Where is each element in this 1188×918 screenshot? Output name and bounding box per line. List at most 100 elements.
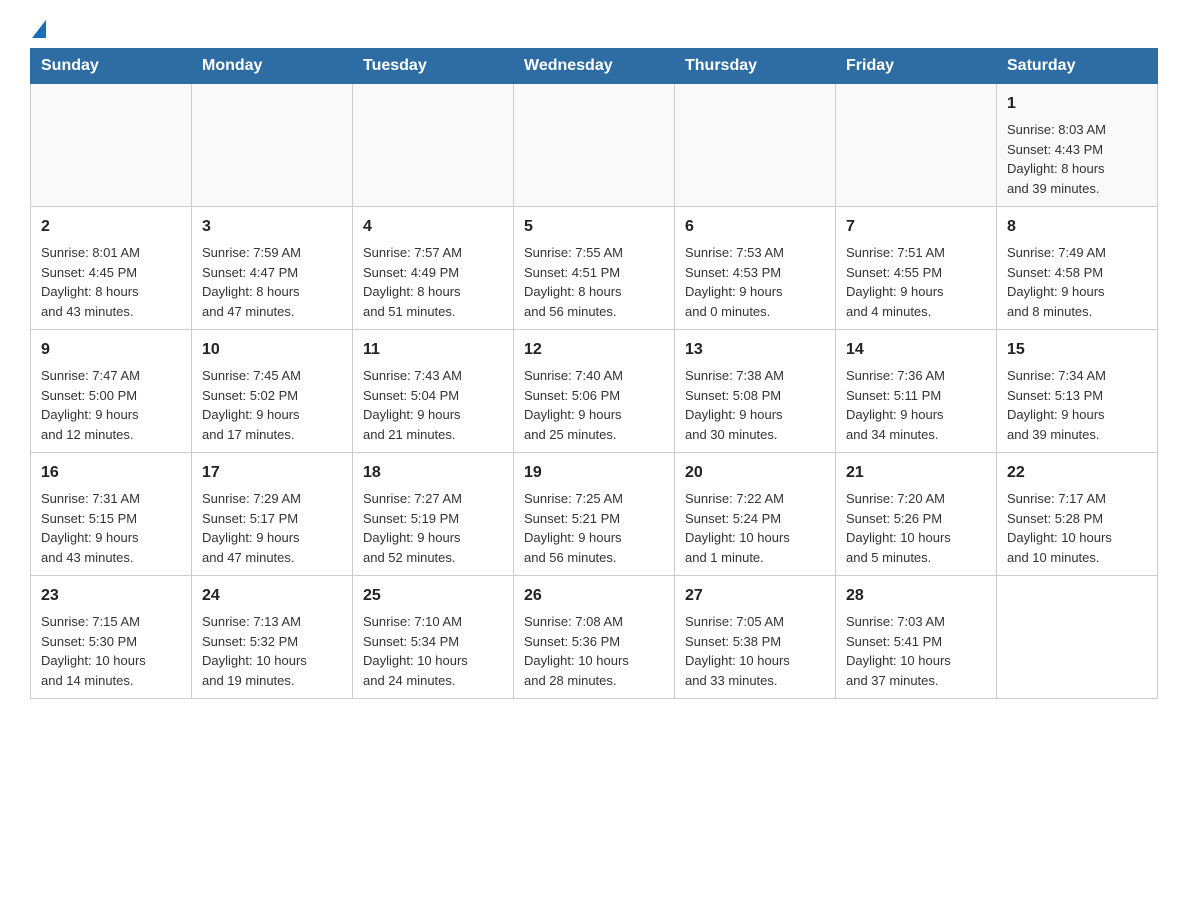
- day-number: 2: [41, 215, 181, 239]
- day-info: Sunrise: 7:29 AM Sunset: 5:17 PM Dayligh…: [202, 489, 342, 567]
- logo-triangle-icon: [32, 20, 46, 38]
- day-number: 7: [846, 215, 986, 239]
- day-info: Sunrise: 7:03 AM Sunset: 5:41 PM Dayligh…: [846, 612, 986, 690]
- day-number: 28: [846, 584, 986, 608]
- weekday-header-friday: Friday: [836, 49, 997, 84]
- day-number: 3: [202, 215, 342, 239]
- calendar-week-3: 9 Sunrise: 7:47 AM Sunset: 5:00 PM Daylig…: [31, 330, 1158, 453]
- calendar-cell: 5 Sunrise: 7:55 AM Sunset: 4:51 PM Daylig…: [514, 207, 675, 330]
- day-info: Sunrise: 7:22 AM Sunset: 5:24 PM Dayligh…: [685, 489, 825, 567]
- calendar-cell: 19 Sunrise: 7:25 AM Sunset: 5:21 PM Dayli…: [514, 453, 675, 576]
- day-number: 20: [685, 461, 825, 485]
- calendar-cell: 4 Sunrise: 7:57 AM Sunset: 4:49 PM Daylig…: [353, 207, 514, 330]
- day-number: 9: [41, 338, 181, 362]
- calendar-cell: 11Sunrise: 7:43 AM Sunset: 5:04 PM Dayli…: [353, 330, 514, 453]
- calendar-cell: 25 Sunrise: 7:10 AM Sunset: 5:34 PM Dayli…: [353, 576, 514, 699]
- day-number: 6: [685, 215, 825, 239]
- calendar-cell: 23 Sunrise: 7:15 AM Sunset: 5:30 PM Dayli…: [31, 576, 192, 699]
- day-number: 27: [685, 584, 825, 608]
- day-info: Sunrise: 8:01 AM Sunset: 4:45 PM Dayligh…: [41, 243, 181, 321]
- day-info: Sunrise: 7:40 AM Sunset: 5:06 PM Dayligh…: [524, 366, 664, 444]
- calendar-cell: 26 Sunrise: 7:08 AM Sunset: 5:36 PM Dayli…: [514, 576, 675, 699]
- calendar-week-1: 1 Sunrise: 8:03 AM Sunset: 4:43 PM Daylig…: [31, 84, 1158, 207]
- day-info: Sunrise: 7:05 AM Sunset: 5:38 PM Dayligh…: [685, 612, 825, 690]
- day-info: Sunrise: 7:49 AM Sunset: 4:58 PM Dayligh…: [1007, 243, 1147, 321]
- day-number: 14: [846, 338, 986, 362]
- day-info: Sunrise: 7:59 AM Sunset: 4:47 PM Dayligh…: [202, 243, 342, 321]
- calendar-cell: 20 Sunrise: 7:22 AM Sunset: 5:24 PM Dayli…: [675, 453, 836, 576]
- calendar-week-4: 16 Sunrise: 7:31 AM Sunset: 5:15 PM Dayli…: [31, 453, 1158, 576]
- calendar-cell: 7 Sunrise: 7:51 AM Sunset: 4:55 PM Daylig…: [836, 207, 997, 330]
- weekday-header-tuesday: Tuesday: [353, 49, 514, 84]
- day-number: 21: [846, 461, 986, 485]
- day-number: 23: [41, 584, 181, 608]
- day-number: 25: [363, 584, 503, 608]
- calendar-cell: 22Sunrise: 7:17 AM Sunset: 5:28 PM Dayli…: [997, 453, 1158, 576]
- day-info: Sunrise: 7:53 AM Sunset: 4:53 PM Dayligh…: [685, 243, 825, 321]
- calendar-cell: [514, 84, 675, 207]
- day-info: Sunrise: 7:34 AM Sunset: 5:13 PM Dayligh…: [1007, 366, 1147, 444]
- weekday-header-thursday: Thursday: [675, 49, 836, 84]
- day-info: Sunrise: 7:55 AM Sunset: 4:51 PM Dayligh…: [524, 243, 664, 321]
- calendar-cell: 12 Sunrise: 7:40 AM Sunset: 5:06 PM Dayli…: [514, 330, 675, 453]
- day-number: 10: [202, 338, 342, 362]
- calendar-cell: 15 Sunrise: 7:34 AM Sunset: 5:13 PM Dayli…: [997, 330, 1158, 453]
- weekday-header-wednesday: Wednesday: [514, 49, 675, 84]
- calendar-cell: 14Sunrise: 7:36 AM Sunset: 5:11 PM Dayli…: [836, 330, 997, 453]
- day-info: Sunrise: 7:25 AM Sunset: 5:21 PM Dayligh…: [524, 489, 664, 567]
- day-number: 13: [685, 338, 825, 362]
- calendar-cell: 6 Sunrise: 7:53 AM Sunset: 4:53 PM Daylig…: [675, 207, 836, 330]
- calendar-cell: 27 Sunrise: 7:05 AM Sunset: 5:38 PM Dayli…: [675, 576, 836, 699]
- day-number: 22: [1007, 461, 1147, 485]
- day-info: Sunrise: 7:27 AM Sunset: 5:19 PM Dayligh…: [363, 489, 503, 567]
- weekday-header-saturday: Saturday: [997, 49, 1158, 84]
- day-number: 19: [524, 461, 664, 485]
- page-header: [30, 20, 1158, 38]
- calendar-week-5: 23 Sunrise: 7:15 AM Sunset: 5:30 PM Dayli…: [31, 576, 1158, 699]
- day-number: 11: [363, 338, 503, 362]
- calendar-cell: 24 Sunrise: 7:13 AM Sunset: 5:32 PM Dayli…: [192, 576, 353, 699]
- day-info: Sunrise: 7:13 AM Sunset: 5:32 PM Dayligh…: [202, 612, 342, 690]
- day-number: 18: [363, 461, 503, 485]
- day-info: Sunrise: 7:20 AM Sunset: 5:26 PM Dayligh…: [846, 489, 986, 567]
- calendar-cell: 17 Sunrise: 7:29 AM Sunset: 5:17 PM Dayli…: [192, 453, 353, 576]
- day-number: 15: [1007, 338, 1147, 362]
- day-info: Sunrise: 7:47 AM Sunset: 5:00 PM Dayligh…: [41, 366, 181, 444]
- day-info: Sunrise: 7:15 AM Sunset: 5:30 PM Dayligh…: [41, 612, 181, 690]
- calendar-cell: 21 Sunrise: 7:20 AM Sunset: 5:26 PM Dayli…: [836, 453, 997, 576]
- calendar-cell: 13 Sunrise: 7:38 AM Sunset: 5:08 PM Dayli…: [675, 330, 836, 453]
- calendar-cell: 10 Sunrise: 7:45 AM Sunset: 5:02 PM Dayli…: [192, 330, 353, 453]
- day-number: 16: [41, 461, 181, 485]
- calendar-table: SundayMondayTuesdayWednesdayThursdayFrid…: [30, 48, 1158, 699]
- day-number: 24: [202, 584, 342, 608]
- day-number: 1: [1007, 92, 1147, 116]
- day-number: 17: [202, 461, 342, 485]
- calendar-cell: 3 Sunrise: 7:59 AM Sunset: 4:47 PM Daylig…: [192, 207, 353, 330]
- calendar-cell: 9 Sunrise: 7:47 AM Sunset: 5:00 PM Daylig…: [31, 330, 192, 453]
- day-info: Sunrise: 7:57 AM Sunset: 4:49 PM Dayligh…: [363, 243, 503, 321]
- day-info: Sunrise: 7:10 AM Sunset: 5:34 PM Dayligh…: [363, 612, 503, 690]
- weekday-header-row: SundayMondayTuesdayWednesdayThursdayFrid…: [31, 49, 1158, 84]
- day-number: 12: [524, 338, 664, 362]
- logo: [30, 20, 46, 38]
- day-info: Sunrise: 8:03 AM Sunset: 4:43 PM Dayligh…: [1007, 120, 1147, 198]
- day-info: Sunrise: 7:51 AM Sunset: 4:55 PM Dayligh…: [846, 243, 986, 321]
- calendar-cell: 8Sunrise: 7:49 AM Sunset: 4:58 PM Daylig…: [997, 207, 1158, 330]
- day-info: Sunrise: 7:08 AM Sunset: 5:36 PM Dayligh…: [524, 612, 664, 690]
- calendar-week-2: 2 Sunrise: 8:01 AM Sunset: 4:45 PM Daylig…: [31, 207, 1158, 330]
- day-info: Sunrise: 7:38 AM Sunset: 5:08 PM Dayligh…: [685, 366, 825, 444]
- calendar-cell: 16 Sunrise: 7:31 AM Sunset: 5:15 PM Dayli…: [31, 453, 192, 576]
- weekday-header-sunday: Sunday: [31, 49, 192, 84]
- calendar-cell: [997, 576, 1158, 699]
- day-info: Sunrise: 7:45 AM Sunset: 5:02 PM Dayligh…: [202, 366, 342, 444]
- calendar-cell: [192, 84, 353, 207]
- day-info: Sunrise: 7:31 AM Sunset: 5:15 PM Dayligh…: [41, 489, 181, 567]
- calendar-cell: [675, 84, 836, 207]
- calendar-cell: 2 Sunrise: 8:01 AM Sunset: 4:45 PM Daylig…: [31, 207, 192, 330]
- calendar-cell: 1 Sunrise: 8:03 AM Sunset: 4:43 PM Daylig…: [997, 84, 1158, 207]
- day-number: 4: [363, 215, 503, 239]
- calendar-cell: [836, 84, 997, 207]
- weekday-header-monday: Monday: [192, 49, 353, 84]
- day-number: 5: [524, 215, 664, 239]
- day-number: 26: [524, 584, 664, 608]
